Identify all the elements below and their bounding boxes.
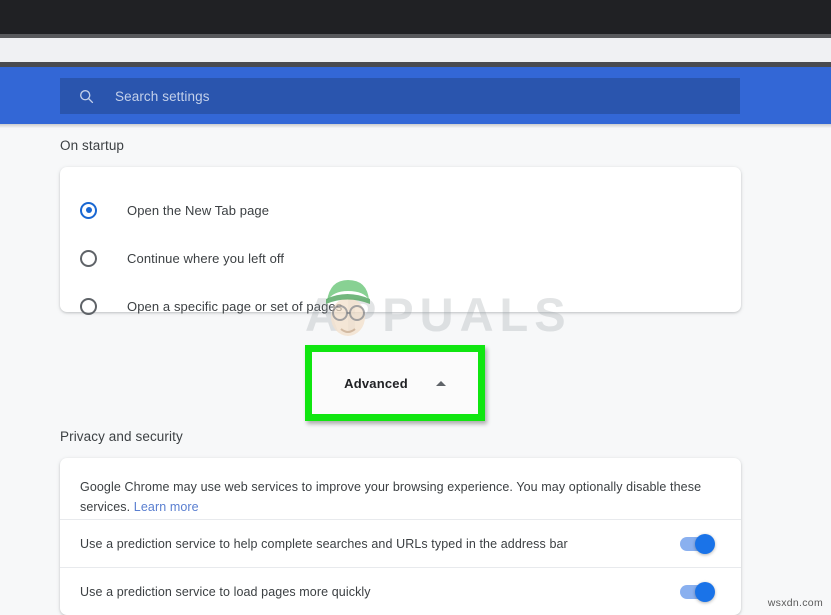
setting-row-prediction-address-bar[interactable]: Use a prediction service to help complet… <box>60 519 741 567</box>
section-title-on-startup: On startup <box>60 138 125 153</box>
startup-option-specific-page[interactable]: Open a specific page or set of pages <box>60 282 741 330</box>
advanced-button-label: Advanced <box>344 375 408 391</box>
learn-more-link[interactable]: Learn more <box>134 500 199 514</box>
browser-toolbar-strip <box>0 38 831 62</box>
toggle-knob <box>695 581 715 602</box>
setting-label: Use a prediction service to load pages m… <box>80 584 371 599</box>
search-icon <box>80 89 94 103</box>
chevron-up-icon[interactable] <box>435 380 446 386</box>
radio-specific-page-icon[interactable] <box>80 297 97 315</box>
toggle-prediction-preload[interactable] <box>680 581 715 602</box>
startup-option-label: Open the New Tab page <box>127 202 270 218</box>
section-title-privacy: Privacy and security <box>60 429 183 444</box>
settings-search-band: Search settings <box>0 67 831 124</box>
settings-page: On startup Open the New Tab page Continu… <box>0 128 831 615</box>
search-placeholder-text: Search settings <box>115 88 210 104</box>
setting-row-prediction-preload[interactable]: Use a prediction service to load pages m… <box>60 567 741 615</box>
search-input[interactable]: Search settings <box>60 78 740 114</box>
startup-option-new-tab[interactable]: Open the New Tab page <box>60 186 741 234</box>
privacy-card: Google Chrome may use web services to im… <box>60 458 741 615</box>
advanced-button[interactable]: Advanced <box>344 376 446 391</box>
on-startup-card: Open the New Tab page Continue where you… <box>60 167 741 315</box>
startup-option-continue[interactable]: Continue where you left off <box>60 234 741 282</box>
site-watermark: wsxdn.com <box>767 597 823 609</box>
privacy-description: Google Chrome may use web services to im… <box>80 477 720 517</box>
startup-option-label: Open a specific page or set of pages <box>127 298 343 314</box>
radio-continue-icon[interactable] <box>80 249 97 267</box>
toggle-knob <box>695 533 715 554</box>
radio-new-tab-icon[interactable] <box>80 201 97 219</box>
advanced-button-highlight: Advanced <box>305 345 485 421</box>
toggle-prediction-address-bar[interactable] <box>680 533 715 554</box>
setting-label: Use a prediction service to help complet… <box>80 536 568 551</box>
startup-option-label: Continue where you left off <box>127 250 285 266</box>
browser-title-bar <box>0 0 831 34</box>
